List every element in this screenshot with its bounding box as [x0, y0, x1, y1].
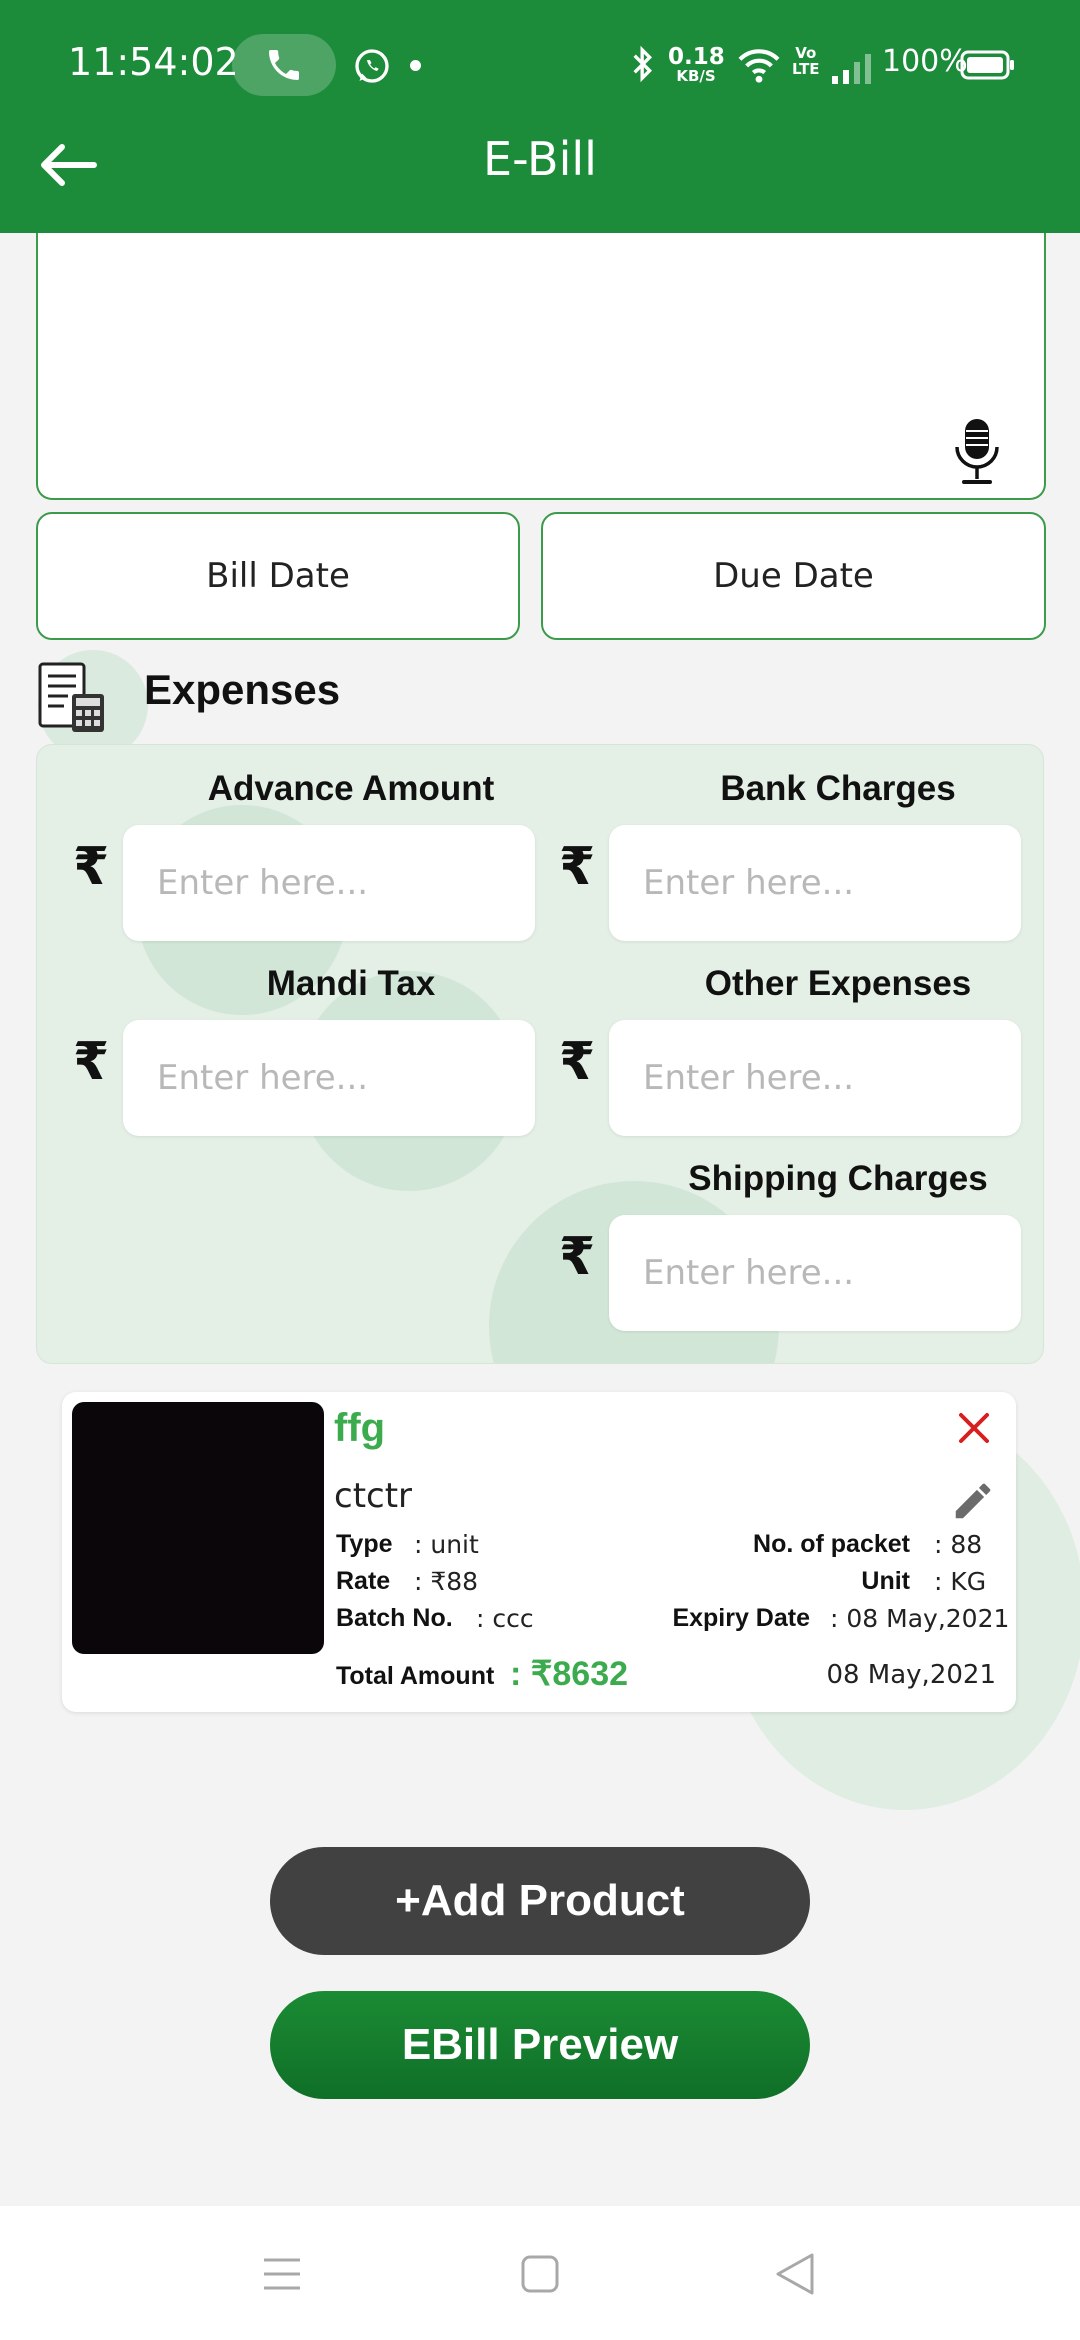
advance-amount-label: Advance Amount	[207, 769, 495, 808]
rate-value: : ₹88	[414, 1567, 479, 1596]
page-title: E-Bill	[483, 132, 597, 186]
close-icon[interactable]	[954, 1408, 994, 1448]
microphone-icon[interactable]	[952, 417, 1002, 487]
calculator-document-icon	[38, 662, 104, 732]
batch-label: Batch No.	[336, 1604, 453, 1632]
rate-label: Rate	[336, 1567, 391, 1595]
expenses-panel: Advance Amount Bank Charges ₹ ₹ Mandi Ta…	[36, 744, 1044, 1364]
notification-dot	[410, 60, 421, 71]
expiry-value: : 08 May,2021	[830, 1604, 1010, 1633]
packets-label: No. of packet	[753, 1530, 910, 1558]
wifi-icon	[738, 49, 780, 83]
total-amount-value: : ₹8632	[510, 1655, 629, 1693]
rupee-icon: ₹	[559, 1032, 596, 1092]
bank-charges-label: Bank Charges	[720, 769, 956, 808]
product-image	[72, 1402, 324, 1654]
battery-icon	[960, 50, 1014, 80]
type-label: Type	[336, 1530, 393, 1558]
product-date: 08 May,2021	[826, 1660, 996, 1690]
shipping-charges-input[interactable]	[609, 1215, 1021, 1331]
ongoing-call-indicator[interactable]	[232, 34, 336, 96]
whatsapp-icon	[355, 49, 389, 83]
other-expenses-input[interactable]	[609, 1020, 1021, 1136]
shipping-charges-label: Shipping Charges	[688, 1159, 988, 1198]
expenses-title: Expenses	[144, 666, 341, 713]
bill-date-button[interactable]: Bill Date	[36, 512, 520, 640]
add-product-button[interactable]: +Add Product	[270, 1847, 810, 1955]
total-amount-label: Total Amount	[336, 1662, 495, 1690]
unit-value: : KG	[934, 1567, 987, 1596]
description-textarea[interactable]	[36, 233, 1046, 500]
other-expenses-label: Other Expenses	[704, 964, 972, 1003]
advance-amount-input[interactable]	[123, 825, 535, 941]
product-name: ffg	[334, 1406, 386, 1450]
home-square-icon[interactable]	[520, 2254, 560, 2294]
ebill-preview-button[interactable]: EBill Preview	[270, 1991, 810, 2099]
mandi-tax-input[interactable]	[123, 1020, 535, 1136]
system-navigation-bar	[0, 2206, 1080, 2340]
type-value: : unit	[414, 1530, 479, 1559]
expiry-label: Expiry Date	[672, 1604, 810, 1632]
volte-indicator: Vo LTE	[792, 44, 820, 78]
rupee-icon: ₹	[559, 837, 596, 897]
unit-label: Unit	[861, 1567, 910, 1595]
bluetooth-icon	[633, 45, 653, 83]
rupee-icon: ₹	[73, 837, 110, 897]
mandi-tax-label: Mandi Tax	[266, 964, 436, 1003]
app-header	[0, 0, 1080, 233]
bill-date-label: Bill Date	[206, 556, 350, 596]
due-date-label: Due Date	[713, 556, 874, 596]
packets-value: : 88	[934, 1530, 983, 1559]
due-date-button[interactable]: Due Date	[541, 512, 1046, 640]
product-card[interactable]: ffg ctctr Type : unit Rate : ₹88 Batch N…	[62, 1392, 1016, 1712]
menu-icon[interactable]	[262, 2256, 302, 2292]
product-description: ctctr	[334, 1476, 413, 1516]
battery-percent: 100%	[882, 44, 968, 79]
bank-charges-input[interactable]	[609, 825, 1021, 941]
network-speed: 0.18 KB/S	[668, 44, 725, 85]
rupee-icon: ₹	[73, 1032, 110, 1092]
edit-pencil-icon[interactable]	[950, 1478, 996, 1524]
signal-strength-icon	[832, 54, 871, 84]
rupee-icon: ₹	[559, 1227, 596, 1287]
status-time: 11:54:02	[68, 40, 239, 84]
phone-icon	[269, 50, 299, 80]
back-triangle-icon[interactable]	[774, 2252, 816, 2296]
